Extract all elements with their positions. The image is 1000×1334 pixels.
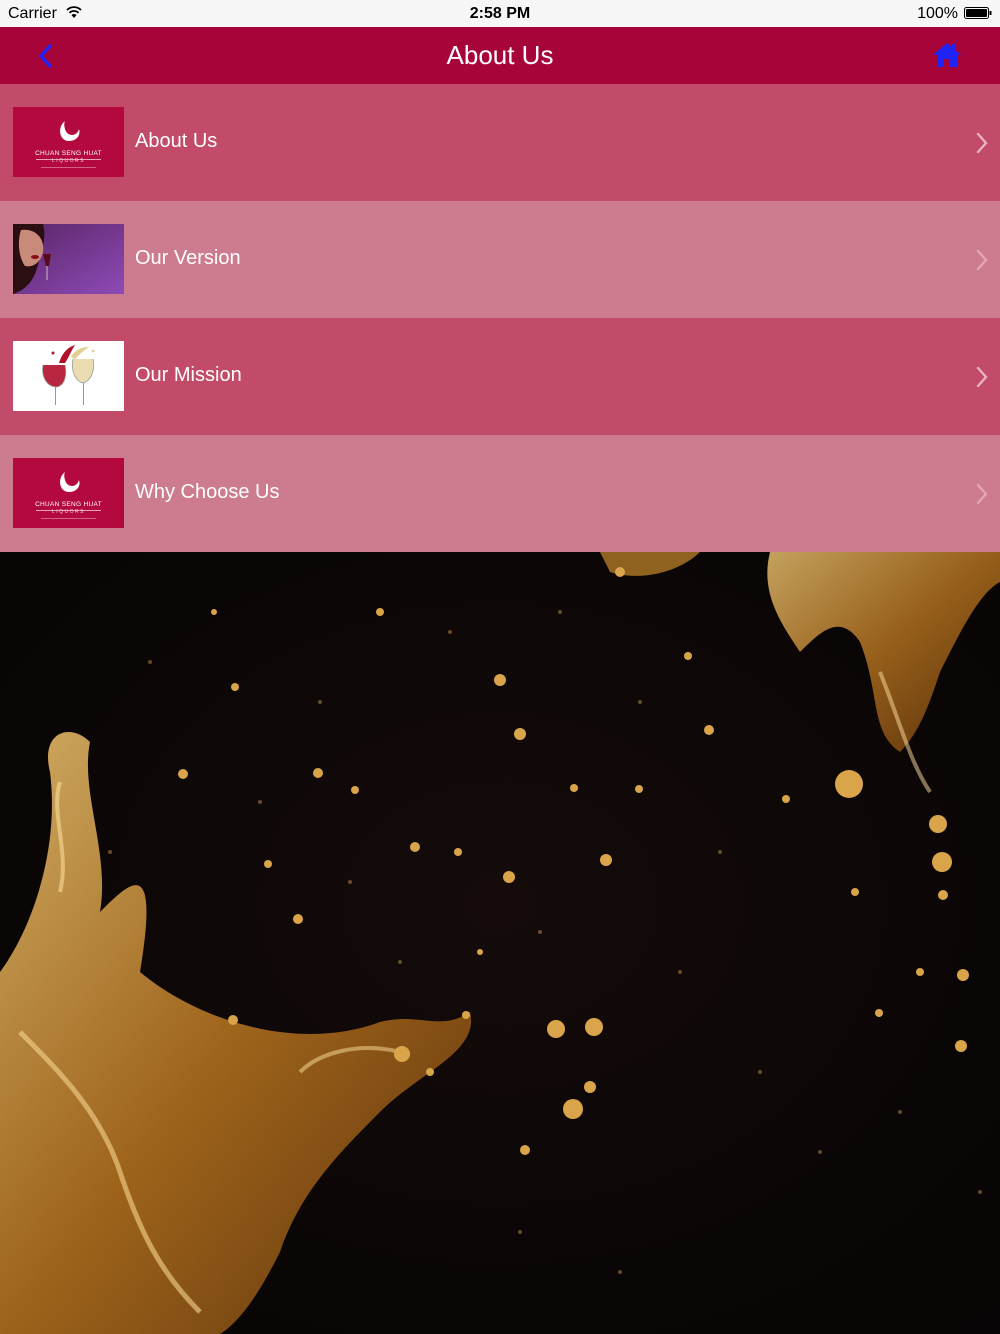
clock: 2:58 PM (469, 5, 531, 22)
chevron-right-icon (976, 483, 988, 505)
brand-logo-thumbnail: CHUAN SENG HUAT LIQUORS (13, 458, 124, 528)
chevron-right-icon (976, 249, 988, 271)
menu-item-label: Our Version (135, 247, 241, 269)
liquor-splash-background (0, 552, 1000, 1334)
menu-item-our-version[interactable]: Our Version (0, 201, 1000, 318)
woman-with-wine-photo (13, 224, 124, 294)
brand-logo-icon (36, 472, 101, 519)
menu-item-label: Why Choose Us (135, 481, 280, 503)
woman-with-wine-thumbnail (13, 224, 124, 294)
logo-text-line2: LIQUORS (51, 158, 85, 164)
wine-glasses-splash-photo (42, 345, 95, 405)
chevron-right-icon (976, 366, 988, 388)
logo-text-line1: CHUAN SENG HUAT (35, 501, 102, 508)
home-icon[interactable] (932, 42, 962, 68)
logo-text-line2: LIQUORS (51, 509, 85, 515)
battery-percent: 100% (917, 5, 958, 22)
brand-logo-thumbnail: CHUAN SENG HUAT LIQUORS (13, 107, 124, 177)
status-bar: Carrier 2:58 PM 100% (0, 0, 1000, 27)
menu-item-about-us[interactable]: CHUAN SENG HUAT LIQUORS About Us (0, 84, 1000, 201)
menu-item-why-choose-us[interactable]: CHUAN SENG HUAT LIQUORS Why Choose Us (0, 435, 1000, 552)
chevron-right-icon (976, 132, 988, 154)
brand-logo-icon (36, 121, 101, 168)
menu-item-label: About Us (135, 130, 218, 152)
battery-icon (964, 7, 992, 19)
menu-list: CHUAN SENG HUAT LIQUORS About Us Our Ver… (0, 84, 1000, 552)
menu-item-label: Our Mission (135, 364, 242, 386)
menu-item-our-mission[interactable]: Our Mission (0, 318, 1000, 435)
page-title: About Us (446, 40, 554, 70)
nav-bar: About Us (0, 27, 1000, 84)
wine-glasses-thumbnail (13, 341, 124, 411)
logo-text-line1: CHUAN SENG HUAT (35, 150, 102, 157)
